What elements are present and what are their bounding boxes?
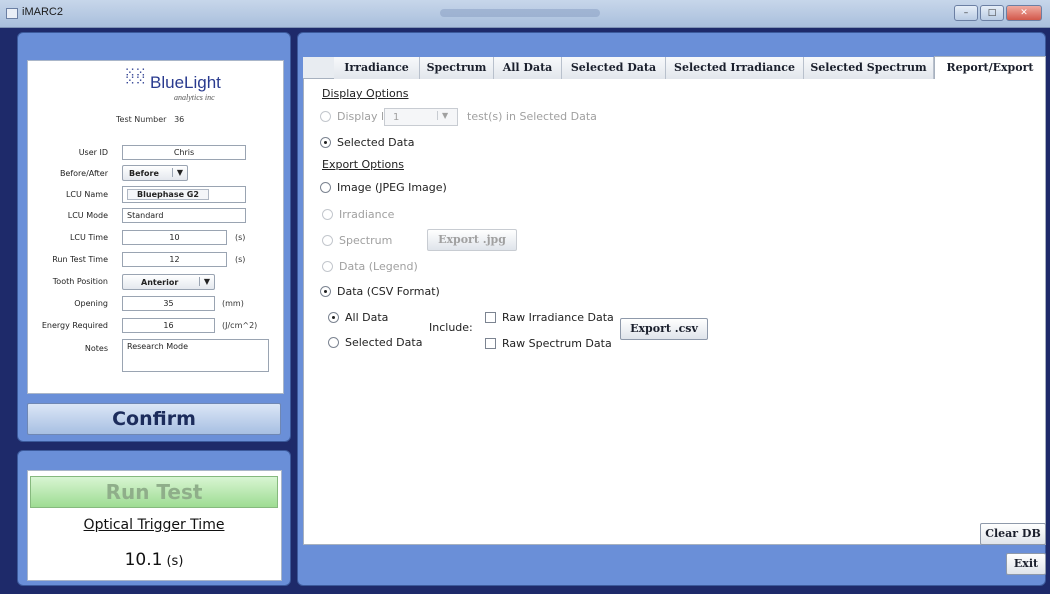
run-test-time-field[interactable]: 12 [122,252,227,267]
tooth-position-select[interactable]: Anterior ▼ [122,274,215,290]
lcu-name-value: Bluephase G2 [127,189,209,200]
before-after-select[interactable]: Before ▼ [122,165,188,181]
optical-trigger-label: Optical Trigger Time [83,517,225,533]
close-button[interactable]: ✕ [1006,5,1042,21]
run-test-time-label: Run Test Time [52,255,108,264]
lcu-time-unit: (s) [235,233,246,242]
confirm-button[interactable]: Confirm [27,403,281,435]
minimize-button[interactable]: – [954,5,978,21]
lcu-time-field[interactable]: 10 [122,230,227,245]
raw-irradiance-checkbox[interactable] [485,312,496,323]
data-csv-radio[interactable] [320,286,331,297]
data-legend-label: Data (Legend) [339,260,418,273]
display-last-count-value: 1 [393,112,400,123]
before-after-label: Before/After [59,169,108,178]
export-csv-button[interactable]: Export .csv [620,318,708,340]
image-jpeg-option[interactable]: Image (JPEG Image) [320,181,447,194]
export-jpg-button[interactable]: Export .jpg [427,229,517,251]
data-legend-radio[interactable] [322,261,333,272]
opening-unit: (mm) [222,299,244,308]
bluelight-logo: ⁙⁙ ⁙⁙ BlueLight analytics inc [124,65,244,107]
energy-required-field[interactable]: 16 [122,318,215,333]
display-last-count-select[interactable]: 1 ▼ [384,108,458,126]
tab-selected-irradiance[interactable]: Selected Irradiance [666,57,804,79]
logo-subtitle: analytics inc [174,93,215,102]
logo-dots-icon: ⁙⁙ ⁙⁙ [124,65,146,89]
chevron-down-icon: ▼ [437,111,448,120]
csv-all-data-option[interactable]: All Data [328,311,388,324]
opening-label: Opening [74,299,108,308]
tab-selected-data[interactable]: Selected Data [562,57,666,79]
notes-label: Notes [84,344,108,353]
lcu-mode-field[interactable]: Standard [122,208,246,223]
spectrum-radio[interactable] [322,235,333,246]
tooth-position-label: Tooth Position [52,277,108,286]
energy-required-unit: (J/cm^2) [222,321,258,330]
run-test-button[interactable]: Run Test [30,476,278,508]
lcu-time-label: LCU Time [69,233,108,242]
data-legend-option[interactable]: Data (Legend) [322,260,418,273]
display-last-tail: test(s) in Selected Data [467,110,597,123]
spectrum-label: Spectrum [339,234,393,247]
display-selected-data-radio[interactable] [320,137,331,148]
raw-irradiance-option[interactable]: Raw Irradiance Data [485,311,614,324]
raw-spectrum-label: Raw Spectrum Data [502,337,612,350]
csv-selected-data-label: Selected Data [345,336,423,349]
test-number-label: Test Number [116,115,167,124]
test-number: Test Number 36 [116,115,184,124]
exit-button[interactable]: Exit [1006,553,1046,575]
csv-all-data-label: All Data [345,311,389,324]
image-jpeg-radio[interactable] [320,182,331,193]
tooth-position-value: Anterior [141,278,179,287]
lcu-mode-label: LCU Mode [67,211,108,220]
tab-report-export[interactable]: Report/Export [934,56,1046,80]
optical-trigger-value: 10.1 [124,550,163,570]
opening-field[interactable]: 35 [122,296,215,311]
before-after-value: Before [129,169,159,178]
notes-field[interactable]: Research Mode [122,339,269,372]
csv-selected-data-option[interactable]: Selected Data [328,336,422,349]
run-test-time-unit: (s) [235,255,246,264]
app-icon [6,8,18,19]
display-options-heading: Display Options [322,87,409,100]
raw-irradiance-label: Raw Irradiance Data [502,311,614,324]
tab-all-data[interactable]: All Data [494,57,562,79]
user-id-label: User ID [78,148,108,157]
data-csv-option[interactable]: Data (CSV Format) [320,285,440,298]
chevron-down-icon: ▼ [198,277,210,286]
csv-all-data-radio[interactable] [328,312,339,323]
lcu-name-label: LCU Name [65,190,108,199]
raw-spectrum-checkbox[interactable] [485,338,496,349]
title-bar: iMARC2 – □ ✕ [0,0,1050,28]
user-id-field[interactable]: Chris [122,145,246,160]
window-title: iMARC2 [22,6,63,18]
maximize-button[interactable]: □ [980,5,1004,21]
clear-db-button[interactable]: Clear DB [980,523,1046,545]
test-number-value: 36 [174,115,185,124]
display-selected-data-label: Selected Data [337,136,415,149]
lcu-name-field[interactable]: Bluephase G2 [122,186,246,203]
logo-brand: BlueLight [150,73,221,92]
optical-trigger-readout: 10.1 (s) [30,550,278,570]
export-options-heading: Export Options [322,158,404,171]
data-csv-label: Data (CSV Format) [337,285,440,298]
include-label: Include: [429,321,473,334]
tab-selected-spectrum[interactable]: Selected Spectrum [804,57,934,79]
irradiance-option[interactable]: Irradiance [322,208,394,221]
tab-irradiance[interactable]: Irradiance [334,57,420,79]
image-jpeg-label: Image (JPEG Image) [337,181,447,194]
raw-spectrum-option[interactable]: Raw Spectrum Data [485,337,612,350]
chevron-down-icon: ▼ [171,168,183,177]
display-last-radio[interactable] [320,111,331,122]
optical-trigger-unit: (s) [166,554,184,569]
energy-required-label: Energy Required [41,321,108,330]
blurred-title-text [440,9,600,17]
tab-spectrum[interactable]: Spectrum [420,57,494,79]
irradiance-radio[interactable] [322,209,333,220]
display-selected-data-option[interactable]: Selected Data [320,136,414,149]
spectrum-option[interactable]: Spectrum [322,234,392,247]
irradiance-label: Irradiance [339,208,395,221]
csv-selected-data-radio[interactable] [328,337,339,348]
